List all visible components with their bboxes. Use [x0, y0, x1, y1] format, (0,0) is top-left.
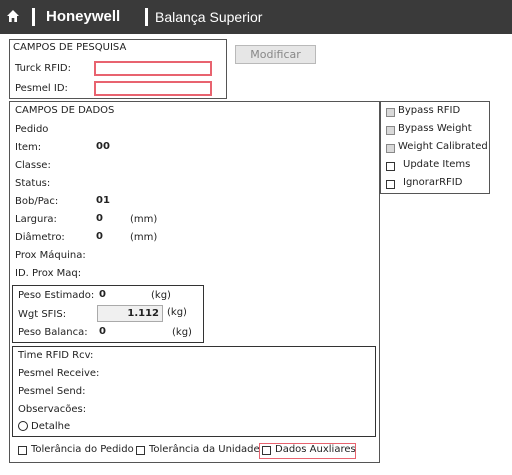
- tolerancia-unidade-label: Tolerância da Unidade: [149, 444, 260, 455]
- bobpac-value: 01: [96, 195, 110, 206]
- classe-label: Classe:: [15, 160, 51, 171]
- tolerancia-pedido-label: Tolerância do Pedido: [31, 444, 134, 455]
- search-panel-title: CAMPOS DE PESQUISA: [13, 42, 127, 53]
- ignorar-rfid-checkbox[interactable]: [386, 180, 395, 189]
- peso-estimado-unit: (kg): [151, 290, 171, 301]
- prox-maquina-label: Prox Máquina:: [15, 250, 86, 261]
- wgt-sfis-field[interactable]: 1.112: [97, 305, 163, 322]
- page-title: Balança Superior: [155, 9, 263, 25]
- turck-rfid-input[interactable]: [94, 61, 212, 76]
- bypass-rfid-checkbox: [386, 108, 395, 117]
- bypass-weight-checkbox: [386, 126, 395, 135]
- diametro-value: 0: [96, 231, 103, 242]
- wgt-sfis-label: Wgt SFIS:: [18, 309, 67, 320]
- weight-calibrated-checkbox: [386, 144, 395, 153]
- bypass-weight-label: Bypass Weight: [398, 123, 472, 134]
- weight-calibrated-label: Weight Calibrated: [398, 141, 488, 152]
- separator: [145, 8, 148, 26]
- pesmel-receive-label: Pesmel Receive:: [18, 368, 100, 379]
- tolerancia-pedido-checkbox[interactable]: [18, 446, 27, 455]
- id-prox-maq-label: ID. Prox Maq:: [15, 268, 82, 279]
- diametro-unit: (mm): [130, 232, 158, 243]
- wgt-sfis-unit: (kg): [167, 307, 187, 318]
- peso-estimado-label: Peso Estimado:: [18, 290, 95, 301]
- home-icon[interactable]: [6, 9, 20, 23]
- peso-balanca-unit: (kg): [172, 327, 192, 338]
- update-items-label: Update Items: [403, 159, 471, 170]
- item-value: 00: [96, 141, 110, 152]
- item-label: Item:: [15, 142, 42, 153]
- tolerancia-unidade-checkbox[interactable]: [136, 446, 145, 455]
- dados-auxiliares-checkbox[interactable]: [262, 446, 271, 455]
- ignorar-rfid-label: IgnorarRFID: [403, 177, 463, 188]
- pesmel-id-label: Pesmel ID:: [15, 83, 68, 94]
- pesmel-id-input[interactable]: [94, 81, 212, 96]
- largura-value: 0: [96, 213, 103, 224]
- diametro-label: Diâmetro:: [15, 232, 65, 243]
- brand-logo-text: Honeywell: [46, 8, 121, 25]
- modify-button[interactable]: Modificar: [235, 45, 316, 64]
- observacoes-label: Observacões:: [18, 404, 87, 415]
- status-label: Status:: [15, 178, 51, 189]
- data-panel-title: CAMPOS DE DADOS: [15, 105, 115, 116]
- bypass-rfid-label: Bypass RFID: [398, 105, 461, 116]
- peso-balanca-value: 0: [99, 326, 106, 337]
- largura-unit: (mm): [130, 214, 158, 225]
- peso-estimado-value: 0: [99, 289, 106, 300]
- pedido-label: Pedido: [15, 124, 49, 135]
- peso-balanca-label: Peso Balanca:: [18, 327, 88, 338]
- detalhe-label: Detalhe: [31, 421, 71, 432]
- dados-auxiliares-label: Dados Auxliares: [275, 444, 356, 455]
- update-items-checkbox[interactable]: [386, 162, 395, 171]
- top-bar: Honeywell Balança Superior: [0, 0, 512, 34]
- time-rfid-rcv-label: Time RFID Rcv:: [18, 350, 94, 361]
- turck-rfid-label: Turck RFID:: [15, 63, 72, 74]
- detalhe-radio[interactable]: [18, 421, 28, 431]
- largura-label: Largura:: [15, 214, 57, 225]
- pesmel-send-label: Pesmel Send:: [18, 386, 86, 397]
- bobpac-label: Bob/Pac:: [15, 196, 59, 207]
- separator: [32, 8, 35, 26]
